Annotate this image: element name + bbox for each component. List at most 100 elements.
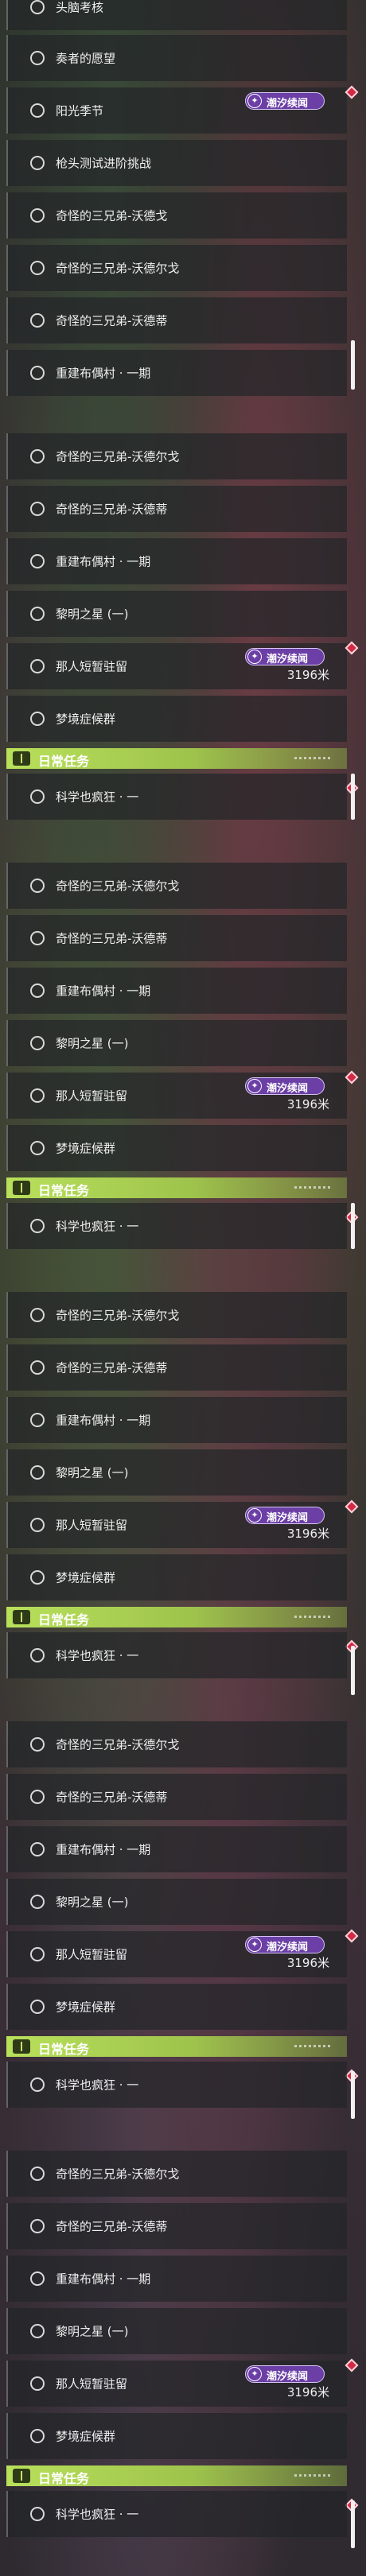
quest-item[interactable]: 科学也疯狂 · 一 [6, 2491, 347, 2537]
circle-icon [30, 1465, 45, 1480]
circle-icon [30, 449, 45, 464]
quest-item[interactable]: 奇怪的三兄弟-沃德蒂 [6, 1774, 347, 1820]
circle-icon [30, 879, 45, 893]
quest-label: 奇怪的三兄弟-沃德尔戈 [56, 1737, 180, 1752]
quest-label: 奏者的愿望 [56, 51, 116, 66]
circle-icon [30, 1219, 45, 1233]
circle-icon [30, 502, 45, 516]
section-title: 日常任务 [38, 2471, 90, 2486]
scrollbar[interactable] [351, 774, 355, 820]
daily-task-header[interactable]: 日常任务 [6, 748, 347, 769]
quest-item[interactable]: 奇怪的三兄弟-沃德戈 [6, 192, 347, 239]
quest-item[interactable]: 科学也疯狂 · 一 [6, 2062, 347, 2108]
circle-icon [30, 1790, 45, 1804]
circle-icon [30, 2376, 45, 2391]
section-title: 日常任务 [38, 1612, 90, 1627]
quest-item[interactable]: 科学也疯狂 · 一 [6, 1203, 347, 1249]
quest-item[interactable]: 阳光季节 ✦ 潮汐续闻 [6, 87, 347, 134]
quest-item[interactable]: 黎明之星 (一) [6, 1879, 347, 1925]
quest-item[interactable]: 那人短暂驻留 ✦ 潮汐续闻 3196米 [6, 1931, 347, 1977]
quest-item[interactable]: 黎明之星 (一) [6, 1449, 347, 1496]
quest-label: 梦境症候群 [56, 1141, 116, 1156]
quest-item[interactable]: 黎明之星 (一) [6, 591, 347, 637]
tide-swirl-icon: ✦ [247, 94, 262, 108]
tide-badge: ✦ 潮汐续闻 [245, 648, 325, 665]
book-icon [13, 751, 30, 766]
book-icon [13, 2469, 30, 2483]
quest-item[interactable]: 科学也疯狂 · 一 [6, 774, 347, 820]
quest-panel-3: 奇怪的三兄弟-沃德尔戈 奇怪的三兄弟-沃德蒂 重建布偶村 · 一期 黎明之星 (… [0, 863, 366, 1268]
quest-item[interactable]: 重建布偶村 · 一期 [6, 1826, 347, 1872]
quest-item[interactable]: 黎明之星 (一) [6, 2308, 347, 2354]
distance-label: 3196米 [286, 668, 329, 682]
quest-panel-5: 奇怪的三兄弟-沃德尔戈 奇怪的三兄弟-沃德蒂 重建布偶村 · 一期 黎明之星 (… [0, 1721, 366, 2127]
quest-label: 枪头测试进阶挑战 [56, 156, 152, 171]
quest-item[interactable]: 重建布偶村 · 一期 [6, 1397, 347, 1443]
quest-item[interactable]: 奇怪的三兄弟-沃德尔戈 [6, 245, 347, 291]
circle-icon [30, 554, 45, 568]
circle-icon [30, 0, 45, 14]
quest-label: 奇怪的三兄弟-沃德戈 [56, 208, 168, 223]
quest-item[interactable]: 奇怪的三兄弟-沃德尔戈 [6, 433, 347, 479]
quest-item[interactable]: 奇怪的三兄弟-沃德尔戈 [6, 863, 347, 909]
quest-item[interactable]: 头脑考核 [6, 0, 347, 30]
quest-item[interactable]: 科学也疯狂 · 一 [6, 1632, 347, 1678]
quest-label: 黎明之星 (一) [56, 1895, 129, 1910]
daily-task-header[interactable]: 日常任务 [6, 1607, 347, 1627]
daily-task-header[interactable]: 日常任务 [6, 1177, 347, 1198]
quest-label: 那人短暂驻留 [56, 2376, 128, 2392]
quest-label: 黎明之星 (一) [56, 1465, 129, 1480]
quest-item[interactable]: 重建布偶村 · 一期 [6, 538, 347, 584]
quest-item[interactable]: 那人短暂驻留 ✦ 潮汐续闻 3196米 [6, 1502, 347, 1548]
quest-label: 科学也疯狂 · 一 [56, 2507, 139, 2522]
quest-item[interactable]: 奇怪的三兄弟-沃德蒂 [6, 1344, 347, 1391]
header-decoration [294, 1186, 333, 1189]
quest-item[interactable]: 奇怪的三兄弟-沃德尔戈 [6, 2151, 347, 2197]
quest-item[interactable]: 奇怪的三兄弟-沃德蒂 [6, 915, 347, 961]
circle-icon [30, 659, 45, 673]
quest-item[interactable]: 重建布偶村 · 一期 [6, 350, 347, 396]
quest-label: 梦境症候群 [56, 712, 116, 727]
quest-item[interactable]: 梦境症候群 [6, 2413, 347, 2459]
quest-item[interactable]: 奇怪的三兄弟-沃德蒂 [6, 486, 347, 532]
circle-icon [30, 1842, 45, 1856]
quest-item[interactable]: 奇怪的三兄弟-沃德尔戈 [6, 1292, 347, 1338]
quest-item[interactable]: 梦境症候群 [6, 1125, 347, 1171]
daily-task-header[interactable]: 日常任务 [6, 2036, 347, 2057]
book-icon [13, 1181, 30, 1195]
quest-label: 科学也疯狂 · 一 [56, 1648, 139, 1663]
quest-item[interactable]: 奏者的愿望 [6, 35, 347, 81]
quest-item[interactable]: 奇怪的三兄弟-沃德尔戈 [6, 1721, 347, 1767]
quest-item[interactable]: 梦境症候群 [6, 696, 347, 742]
quest-item[interactable]: 梦境症候群 [6, 1984, 347, 2030]
quest-item[interactable]: 那人短暂驻留 ✦ 潮汐续闻 3196米 [6, 643, 347, 689]
quest-item[interactable]: 梦境症候群 [6, 1554, 347, 1600]
quest-item[interactable]: 枪头测试进阶挑战 [6, 140, 347, 186]
circle-icon [30, 103, 45, 118]
quest-label: 梦境症候群 [56, 2429, 116, 2444]
quest-item[interactable]: 重建布偶村 · 一期 [6, 968, 347, 1014]
quest-item[interactable]: 奇怪的三兄弟-沃德蒂 [6, 2203, 347, 2249]
distance-label: 3196米 [286, 1956, 329, 1970]
quest-label: 梦境症候群 [56, 2000, 116, 2015]
badge-label: 潮汐续闻 [267, 1512, 309, 1524]
circle-icon [30, 2507, 45, 2521]
red-diamond-icon [345, 1070, 359, 1084]
scrollbar[interactable] [351, 1646, 355, 1695]
scrollbar[interactable] [351, 2071, 355, 2119]
quest-item[interactable]: 奇怪的三兄弟-沃德蒂 [6, 297, 347, 343]
scrollbar[interactable] [351, 340, 355, 390]
tide-swirl-icon: ✦ [247, 1508, 262, 1523]
quest-item[interactable]: 重建布偶村 · 一期 [6, 2256, 347, 2302]
circle-icon [30, 607, 45, 621]
quest-item[interactable]: 那人短暂驻留 ✦ 潮汐续闻 3196米 [6, 1073, 347, 1119]
daily-task-header[interactable]: 日常任务 [6, 2465, 347, 2486]
circle-icon [30, 2271, 45, 2286]
quest-item[interactable]: 黎明之星 (一) [6, 1020, 347, 1066]
scrollbar[interactable] [351, 1203, 355, 1249]
quest-label: 科学也疯狂 · 一 [56, 1219, 139, 1234]
circle-icon [30, 2324, 45, 2338]
circle-icon [30, 2000, 45, 2014]
scrollbar[interactable] [351, 2500, 355, 2548]
quest-item[interactable]: 那人短暂驻留 ✦ 潮汐续闻 3196米 [6, 2361, 347, 2407]
